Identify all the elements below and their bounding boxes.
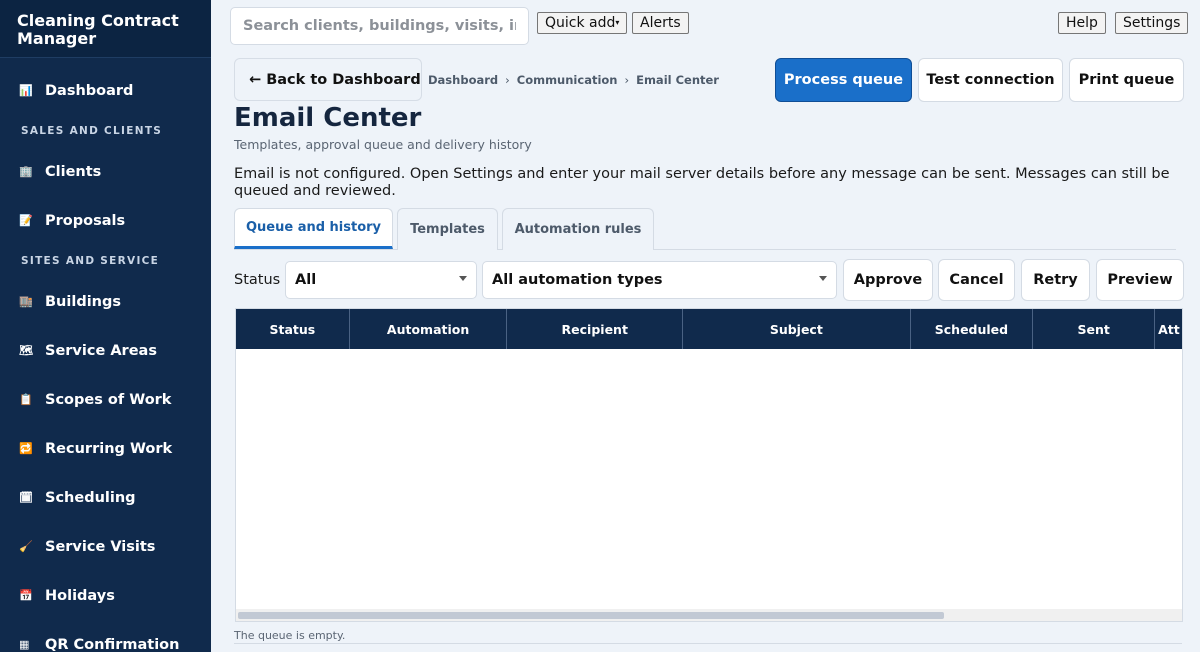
dropdown-arrow-icon <box>459 276 467 281</box>
sidebar-item-label: Service Visits <box>45 538 156 555</box>
breadcrumb: Dashboard › Communication › Email Center <box>428 73 719 87</box>
print-queue-button[interactable]: Print queue <box>1069 58 1184 102</box>
configuration-notice: Email is not configured. Open Settings a… <box>234 166 1170 199</box>
cancel-button[interactable]: Cancel <box>938 259 1015 301</box>
breadcrumb-dashboard[interactable]: Dashboard <box>428 73 498 87</box>
alerts-button[interactable]: Alerts <box>632 12 689 34</box>
automation-type-select-value: All automation types <box>492 272 663 288</box>
chart-icon: 📊 <box>19 84 33 97</box>
breadcrumb-current: Email Center <box>636 73 719 87</box>
breadcrumb-separator: › <box>624 73 630 87</box>
help-button[interactable]: Help <box>1058 12 1106 34</box>
empty-queue-message: The queue is empty. <box>234 629 346 642</box>
sidebar-item-holidays[interactable]: 📅 Holidays <box>0 571 211 620</box>
map-icon: 🗺 <box>19 344 33 357</box>
sidebar-item-label: Buildings <box>45 293 121 310</box>
calendar-spiral-icon: 🗓 <box>19 491 33 504</box>
sidebar-item-service-areas[interactable]: 🗺 Service Areas <box>0 326 211 375</box>
sidebar-item-dashboard[interactable]: 📊 Dashboard <box>0 66 211 115</box>
divider <box>234 643 1182 644</box>
preview-button[interactable]: Preview <box>1096 259 1184 301</box>
sidebar-item-service-visits[interactable]: 🧹 Service Visits <box>0 522 211 571</box>
sidebar-item-label: QR Confirmation <box>45 636 180 652</box>
process-queue-button[interactable]: Process queue <box>775 58 912 102</box>
sidebar-item-label: Dashboard <box>45 82 134 99</box>
memo-icon: 📝 <box>19 214 33 227</box>
dropdown-arrow-icon <box>819 276 827 281</box>
broom-icon: 🧹 <box>19 540 33 553</box>
breadcrumb-separator: › <box>505 73 510 87</box>
status-filter-label: Status <box>234 272 281 288</box>
status-select[interactable]: All <box>285 261 477 299</box>
back-to-dashboard-button[interactable]: ← Back to Dashboard <box>234 58 422 101</box>
tab-templates[interactable]: Templates <box>397 208 498 250</box>
calendar-icon: 📅 <box>19 589 33 602</box>
sidebar-item-qr-confirmation[interactable]: ▦ QR Confirmation <box>0 620 211 652</box>
tab-queue-and-history[interactable]: Queue and history <box>234 208 393 249</box>
tab-automation-rules[interactable]: Automation rules <box>502 208 654 250</box>
tab-bar: Queue and history Templates Automation r… <box>234 208 1176 250</box>
table-header: Status Automation Recipient Subject Sche… <box>236 309 1182 349</box>
sidebar-item-label: Scheduling <box>45 489 136 506</box>
automation-type-select[interactable]: All automation types <box>482 261 837 299</box>
breadcrumb-communication[interactable]: Communication <box>517 73 618 87</box>
horizontal-scrollbar[interactable] <box>236 609 1182 621</box>
column-header-automation[interactable]: Automation <box>350 309 508 349</box>
sidebar-item-label: Holidays <box>45 587 115 604</box>
sidebar-item-label: Proposals <box>45 212 126 229</box>
chevron-down-icon: ▾ <box>615 18 620 27</box>
scrollbar-thumb[interactable] <box>238 612 944 619</box>
sidebar-item-clients[interactable]: 🏢 Clients <box>0 147 211 196</box>
email-queue-table: Status Automation Recipient Subject Sche… <box>235 308 1183 622</box>
column-header-sent[interactable]: Sent <box>1033 309 1156 349</box>
sidebar-item-recurring-work[interactable]: 🔁 Recurring Work <box>0 424 211 473</box>
sidebar-item-label: Scopes of Work <box>45 391 172 408</box>
sidebar-item-label: Service Areas <box>45 342 157 359</box>
sidebar-item-label: Recurring Work <box>45 440 173 457</box>
repeat-icon: 🔁 <box>19 442 33 455</box>
column-header-status[interactable]: Status <box>236 309 350 349</box>
office-building-icon: 🏢 <box>19 165 33 178</box>
column-header-subject[interactable]: Subject <box>683 309 911 349</box>
retry-button[interactable]: Retry <box>1021 259 1090 301</box>
building-icon: 🏬 <box>19 295 33 308</box>
status-select-value: All <box>295 272 317 288</box>
settings-button[interactable]: Settings <box>1115 12 1189 34</box>
sidebar: Cleaning Contract Manager 📊 Dashboard SA… <box>0 0 211 652</box>
column-header-recipient[interactable]: Recipient <box>507 309 684 349</box>
approve-button[interactable]: Approve <box>843 259 933 301</box>
column-header-scheduled[interactable]: Scheduled <box>911 309 1034 349</box>
sidebar-section-sales: SALES AND CLIENTS <box>21 125 163 137</box>
sidebar-section-sites: SITES AND SERVICE <box>21 255 160 267</box>
search-input[interactable] <box>230 7 529 45</box>
quick-add-label: Quick add <box>545 15 616 31</box>
quick-add-button[interactable]: Quick add▾ <box>537 12 628 34</box>
sidebar-item-label: Clients <box>45 163 102 180</box>
clipboard-icon: 📋 <box>19 393 33 406</box>
app-title: Cleaning Contract Manager <box>0 0 211 58</box>
page-subtitle: Templates, approval queue and delivery h… <box>234 137 532 152</box>
sidebar-item-scopes-of-work[interactable]: 📋 Scopes of Work <box>0 375 211 424</box>
sidebar-item-scheduling[interactable]: 🗓 Scheduling <box>0 473 211 522</box>
qr-code-icon: ▦ <box>19 638 30 651</box>
sidebar-item-proposals[interactable]: 📝 Proposals <box>0 196 211 245</box>
page-title: Email Center <box>234 103 422 133</box>
column-header-attachments[interactable]: Att <box>1155 309 1182 349</box>
sidebar-item-buildings[interactable]: 🏬 Buildings <box>0 277 211 326</box>
test-connection-button[interactable]: Test connection <box>918 58 1063 102</box>
